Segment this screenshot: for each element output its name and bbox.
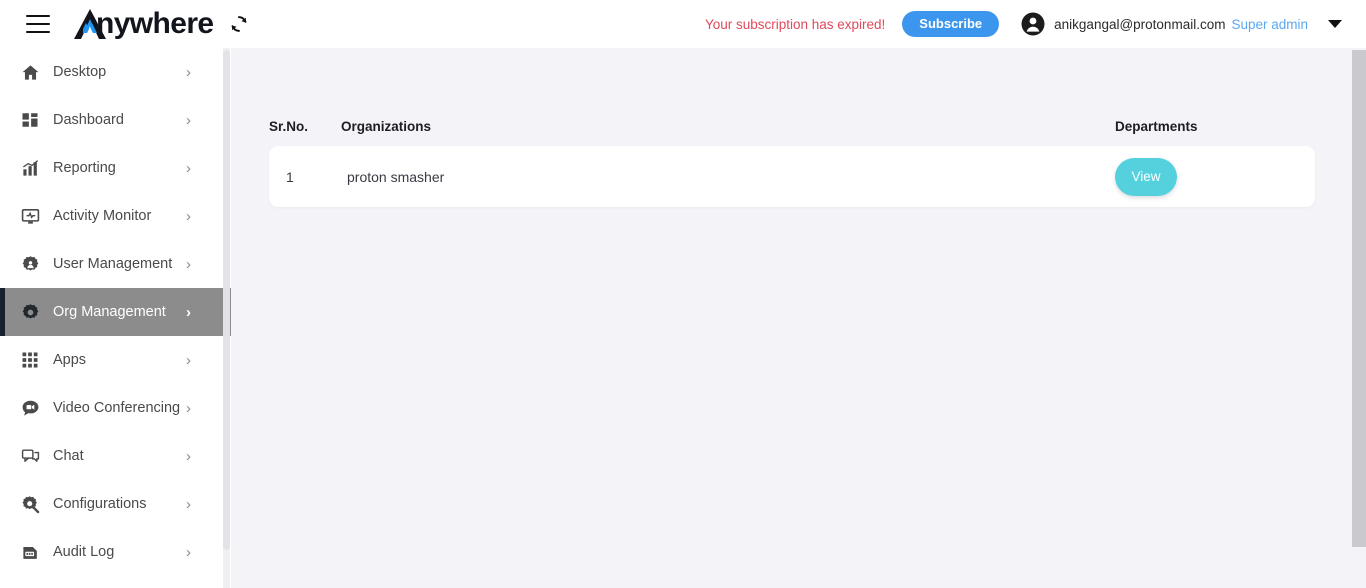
- user-email-label: anikgangal@protonmail.com: [1054, 16, 1226, 32]
- hamburger-menu-icon[interactable]: [26, 15, 50, 33]
- sidebar-item-desktop[interactable]: Desktop ›: [0, 48, 231, 96]
- home-icon: [20, 62, 40, 82]
- sidebar-item-configurations[interactable]: Configurations ›: [0, 480, 231, 528]
- main-content-area: Sr.No. Organizations Departments 1 proto…: [231, 48, 1366, 588]
- sidebar-item-apps[interactable]: Apps ›: [0, 336, 231, 384]
- sidebar-item-org-management[interactable]: Org Management ›: [0, 288, 231, 336]
- table-row[interactable]: 1 proton smasher View: [269, 146, 1315, 207]
- sidebar-item-video-conferencing[interactable]: Video Conferencing ›: [0, 384, 231, 432]
- cell-departments-action: View: [1115, 157, 1315, 196]
- chevron-right-icon: ›: [186, 111, 191, 129]
- sidebar-item-label: Activity Monitor: [53, 208, 152, 224]
- organizations-panel: Sr.No. Organizations Departments 1 proto…: [231, 106, 1366, 207]
- chevron-down-icon[interactable]: [1328, 20, 1342, 28]
- page-scrollbar-thumb[interactable]: [1352, 50, 1366, 547]
- column-header-sr-no: Sr.No.: [269, 118, 309, 134]
- subscribe-button[interactable]: Subscribe: [902, 11, 1000, 37]
- bar-chart-icon: [20, 158, 40, 178]
- sidebar-item-user-management[interactable]: User Management ›: [0, 240, 231, 288]
- sidebar-scrollbar-thumb[interactable]: [223, 50, 230, 550]
- sidebar-item-label: Apps: [53, 352, 87, 368]
- sidebar-item-label: Chat: [53, 448, 84, 464]
- subscription-expired-notice: Your subscription has expired!: [704, 16, 886, 32]
- sidebar-item-label: Audit Log: [53, 544, 115, 560]
- top-header-bar: nywhere Your subscription has expired! S…: [0, 0, 1366, 48]
- application-window: nywhere Your subscription has expired! S…: [0, 0, 1366, 588]
- hamburger-line: [26, 23, 50, 25]
- sidebar-item-label: Reporting: [53, 160, 116, 176]
- column-header-departments: Departments: [1115, 118, 1198, 134]
- chevron-right-icon: ›: [186, 207, 191, 225]
- page-scrollbar[interactable]: [1352, 48, 1366, 588]
- user-avatar-icon[interactable]: [1021, 12, 1045, 36]
- sidebar-item-audit-log[interactable]: Audit Log ›: [0, 528, 231, 576]
- table-header-row: Sr.No. Organizations Departments: [231, 106, 1366, 146]
- chevron-right-icon: ›: [186, 303, 191, 321]
- chevron-right-icon: ›: [186, 399, 191, 417]
- gear-wrench-icon: [20, 494, 40, 514]
- sidebar-item-label: Desktop: [53, 64, 107, 80]
- view-departments-button[interactable]: View: [1115, 157, 1177, 196]
- monitor-activity-icon: [20, 206, 40, 226]
- sidebar-scrollbar[interactable]: [223, 48, 230, 588]
- hamburger-line: [26, 15, 50, 17]
- audit-document-icon: [20, 542, 40, 562]
- refresh-sync-icon[interactable]: [228, 13, 250, 35]
- user-role-label: Super admin: [1231, 16, 1308, 32]
- cell-sr-no: 1: [286, 168, 294, 185]
- sidebar-item-label: User Management: [53, 256, 173, 272]
- brand-logo[interactable]: nywhere: [64, 0, 214, 48]
- sidebar-item-label: Dashboard: [53, 112, 124, 128]
- gear-user-icon: [20, 254, 40, 274]
- table-row-inner: 1 proton smasher View: [269, 157, 1315, 196]
- header-right-group: Your subscription has expired! Subscribe…: [705, 0, 1366, 48]
- chevron-right-icon: ›: [186, 63, 191, 81]
- sidebar-item-reporting[interactable]: Reporting ›: [0, 144, 231, 192]
- sidebar-item-label: Video Conferencing: [53, 400, 181, 416]
- dashboard-grid-icon: [20, 110, 40, 130]
- sidebar-item-label: Configurations: [53, 496, 147, 512]
- chevron-right-icon: ›: [186, 255, 191, 273]
- chevron-right-icon: ›: [186, 159, 191, 177]
- chevron-right-icon: ›: [186, 351, 191, 369]
- sidebar-item-activity-monitor[interactable]: Activity Monitor ›: [0, 192, 231, 240]
- chat-bubble-icon: [20, 446, 40, 466]
- sidebar-item-chat[interactable]: Chat ›: [0, 432, 231, 480]
- cell-organization-name: proton smasher: [347, 168, 445, 185]
- sidebar-item-label: Org Management: [53, 304, 166, 320]
- video-chat-icon: [20, 398, 40, 418]
- chevron-right-icon: ›: [186, 495, 191, 513]
- sidebar-navigation: Desktop › Dashboard › Reporting › Activi…: [0, 48, 231, 588]
- column-header-organizations: Organizations: [341, 118, 432, 134]
- chevron-right-icon: ›: [186, 543, 191, 561]
- sidebar-scroll-area: Desktop › Dashboard › Reporting › Activi…: [0, 48, 231, 588]
- brand-name: nywhere: [96, 7, 214, 40]
- apps-grid-icon: [20, 350, 40, 370]
- sidebar-item-dashboard[interactable]: Dashboard ›: [0, 96, 231, 144]
- hamburger-line: [26, 31, 50, 33]
- gear-icon: [20, 302, 40, 322]
- chevron-right-icon: ›: [186, 447, 191, 465]
